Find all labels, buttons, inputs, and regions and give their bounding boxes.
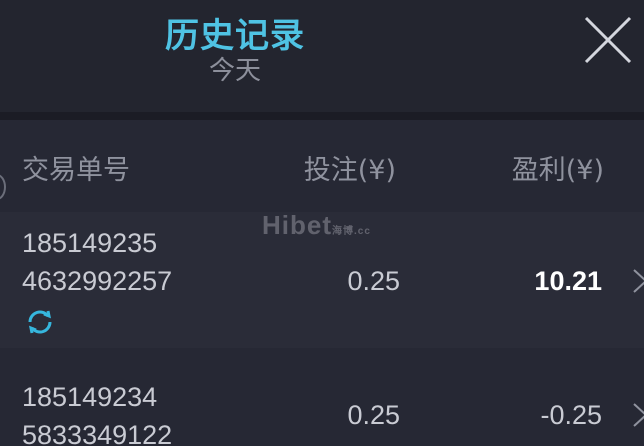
order-id-line1: 185149234 bbox=[22, 382, 158, 412]
column-order-id: 交易单号 bbox=[22, 155, 130, 186]
chevron-right-icon[interactable] bbox=[630, 268, 644, 294]
header-divider bbox=[0, 112, 644, 120]
refresh-icon[interactable] bbox=[24, 306, 56, 338]
order-id-line1: 185149235 bbox=[22, 228, 158, 258]
header: 历史记录 今天 bbox=[0, 0, 644, 112]
profit-value: 10.21 bbox=[534, 266, 602, 296]
watermark-suffix: 海博.cc bbox=[332, 226, 371, 237]
close-icon bbox=[584, 16, 632, 64]
column-bet: 投注(¥) bbox=[303, 155, 396, 186]
profit-value: -0.25 bbox=[540, 400, 602, 430]
bet-value: 0.25 bbox=[347, 400, 400, 430]
bet-value: 0.25 bbox=[347, 266, 400, 296]
watermark-main: Hibet bbox=[262, 210, 332, 240]
column-header: 交易单号 投注(¥) 盈利(¥) bbox=[0, 120, 644, 212]
chevron-right-icon[interactable] bbox=[630, 402, 644, 428]
column-profit: 盈利(¥) bbox=[511, 155, 604, 186]
table-row[interactable]: 185149234 5833349122 0.25 -0.25 bbox=[0, 348, 644, 446]
close-button[interactable] bbox=[580, 12, 636, 68]
watermark: Hibet海博.cc bbox=[262, 210, 371, 241]
order-id-line2: 5833349122 bbox=[22, 420, 173, 446]
date-filter-label[interactable]: 今天 bbox=[0, 50, 470, 87]
order-id-line2: 4632992257 bbox=[22, 266, 173, 296]
